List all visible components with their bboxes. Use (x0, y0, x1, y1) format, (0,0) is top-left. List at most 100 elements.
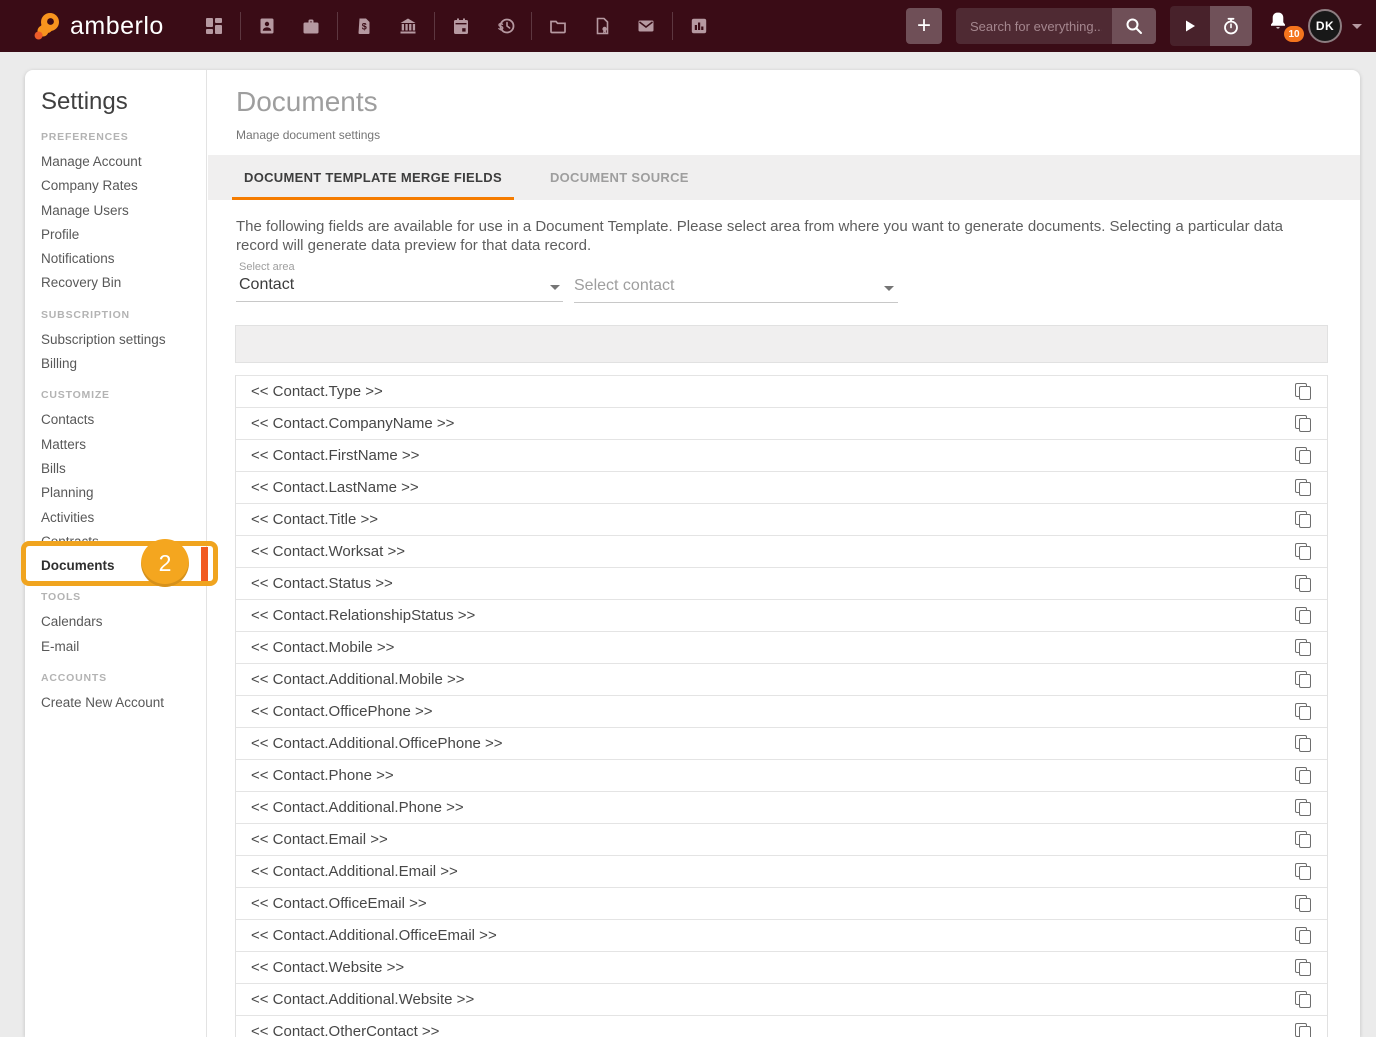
section-header-preferences: PREFERENCES (41, 131, 129, 143)
select-area-label: Select area (239, 261, 295, 273)
sidebar-item-contacts[interactable]: Contacts (41, 408, 206, 432)
merge-field-code: << Contact.Worksat >> (251, 543, 405, 560)
files-folder-icon[interactable] (536, 6, 580, 46)
merge-field-code: << Contact.Additional.Phone >> (251, 799, 464, 816)
tab-document-source[interactable]: DOCUMENT SOURCE (538, 155, 701, 200)
copy-icon[interactable] (1293, 446, 1313, 466)
stopwatch-button[interactable] (1210, 6, 1252, 46)
document-templates-icon[interactable] (580, 6, 624, 46)
merge-field-row: << Contact.Type >> (236, 375, 1327, 407)
sidebar-item-billing[interactable]: Billing (41, 352, 206, 376)
sidebar-item-company-rates[interactable]: Company Rates (41, 174, 206, 198)
copy-icon[interactable] (1293, 542, 1313, 562)
select-contact-dropdown[interactable]: Select contact (574, 277, 675, 295)
merge-field-row: << Contact.Additional.Email >> (236, 855, 1327, 887)
merge-fields-description: The following fields are available for u… (236, 218, 1283, 254)
sidebar-item-manage-users[interactable]: Manage Users (41, 199, 206, 223)
sidebar-item-recovery-bin[interactable]: Recovery Bin (41, 271, 206, 295)
copy-icon[interactable] (1293, 702, 1313, 722)
dashboard-icon[interactable] (192, 6, 236, 46)
svg-text:$: $ (362, 22, 367, 32)
contacts-icon[interactable] (245, 6, 289, 46)
billing-tag-icon[interactable]: $ (342, 6, 386, 46)
time-money-icon[interactable]: $ (483, 6, 527, 46)
copy-icon[interactable] (1293, 510, 1313, 530)
documents-settings-main: Documents Manage document settings DOCUM… (208, 70, 1360, 1037)
copy-icon[interactable] (1293, 926, 1313, 946)
timer-controls (1170, 6, 1252, 46)
copy-icon[interactable] (1293, 574, 1313, 594)
sidebar-item-create-new-account[interactable]: Create New Account (41, 691, 206, 715)
sidebar-item-email[interactable]: E-mail (41, 635, 206, 659)
merge-field-row: << Contact.Email >> (236, 823, 1327, 855)
select-area-chevron-down-icon[interactable] (550, 285, 560, 290)
calendar-icon[interactable] (439, 6, 483, 46)
quick-add-button[interactable]: + (906, 8, 942, 44)
copy-icon[interactable] (1293, 606, 1313, 626)
user-menu-chevron-down-icon[interactable] (1352, 23, 1362, 29)
sidebar-item-notifications[interactable]: Notifications (41, 247, 206, 271)
tutorial-highlight-bar (201, 547, 208, 581)
merge-field-row: << Contact.Website >> (236, 951, 1327, 983)
copy-icon[interactable] (1293, 990, 1313, 1010)
amberlo-logo[interactable]: amberlo (34, 11, 164, 41)
merge-field-row: << Contact.Title >> (236, 503, 1327, 535)
bank-icon[interactable] (386, 6, 430, 46)
matters-briefcase-icon[interactable] (289, 6, 333, 46)
stopwatch-icon (1224, 17, 1238, 35)
merge-field-code: << Contact.OfficePhone >> (251, 703, 433, 720)
copy-icon[interactable] (1293, 414, 1313, 434)
sidebar-item-subscription-settings[interactable]: Subscription settings (41, 328, 206, 352)
global-search (956, 8, 1156, 44)
merge-field-code: << Contact.Additional.OfficeEmail >> (251, 927, 497, 944)
copy-icon[interactable] (1293, 478, 1313, 498)
select-contact-underline (574, 302, 898, 303)
notifications-button[interactable]: 10 (1266, 9, 1304, 43)
merge-field-row: << Contact.Mobile >> (236, 631, 1327, 663)
page-title: Documents (236, 86, 378, 117)
user-avatar[interactable]: DK (1308, 9, 1342, 43)
search-input[interactable] (956, 8, 1112, 44)
start-timer-button[interactable] (1170, 6, 1210, 46)
section-header-subscription: SUBSCRIPTION (41, 308, 130, 321)
sidebar-item-activities[interactable]: Activities (41, 506, 206, 530)
copy-icon[interactable] (1293, 1022, 1313, 1037)
sidebar-item-planning[interactable]: Planning (41, 481, 206, 505)
merge-field-code: << Contact.Phone >> (251, 767, 394, 784)
sidebar-item-profile[interactable]: Profile (41, 223, 206, 247)
merge-field-code: << Contact.Additional.Mobile >> (251, 671, 465, 688)
tab-document-template-merge-fields[interactable]: DOCUMENT TEMPLATE MERGE FIELDS (232, 155, 514, 200)
top-navigation-bar: amberlo $ $ + Search for everything... 1… (0, 0, 1376, 52)
play-icon (1186, 20, 1195, 32)
mail-icon[interactable] (624, 6, 668, 46)
merge-field-code: << Contact.Additional.Website >> (251, 991, 475, 1008)
select-contact-chevron-down-icon[interactable] (884, 286, 894, 291)
merge-field-row: << Contact.Phone >> (236, 759, 1327, 791)
select-area-dropdown[interactable]: Contact (239, 276, 294, 294)
sidebar-item-calendars[interactable]: Calendars (41, 610, 206, 634)
copy-icon[interactable] (1293, 798, 1313, 818)
merge-field-row: << Contact.Additional.Phone >> (236, 791, 1327, 823)
copy-icon[interactable] (1293, 766, 1313, 786)
copy-icon[interactable] (1293, 894, 1313, 914)
merge-field-row: << Contact.Worksat >> (236, 535, 1327, 567)
reports-chart-icon[interactable] (677, 6, 721, 46)
merge-field-row: << Contact.Additional.Website >> (236, 983, 1327, 1015)
svg-text:$: $ (498, 22, 504, 33)
copy-icon[interactable] (1293, 638, 1313, 658)
sidebar-item-manage-account[interactable]: Manage Account (41, 150, 206, 174)
copy-icon[interactable] (1293, 830, 1313, 850)
top-nav-icon-strip: $ $ (192, 6, 721, 46)
merge-field-code: << Contact.Website >> (251, 959, 405, 976)
nav-divider (671, 12, 673, 40)
copy-icon[interactable] (1293, 670, 1313, 690)
sidebar-item-matters[interactable]: Matters (41, 433, 206, 457)
copy-icon[interactable] (1293, 382, 1313, 402)
copy-icon[interactable] (1293, 734, 1313, 754)
copy-icon[interactable] (1293, 862, 1313, 882)
copy-icon[interactable] (1293, 958, 1313, 978)
merge-field-code: << Contact.Mobile >> (251, 639, 395, 656)
sidebar-item-bills[interactable]: Bills (41, 457, 206, 481)
search-button[interactable] (1112, 8, 1156, 44)
merge-field-code: << Contact.Type >> (251, 383, 383, 400)
